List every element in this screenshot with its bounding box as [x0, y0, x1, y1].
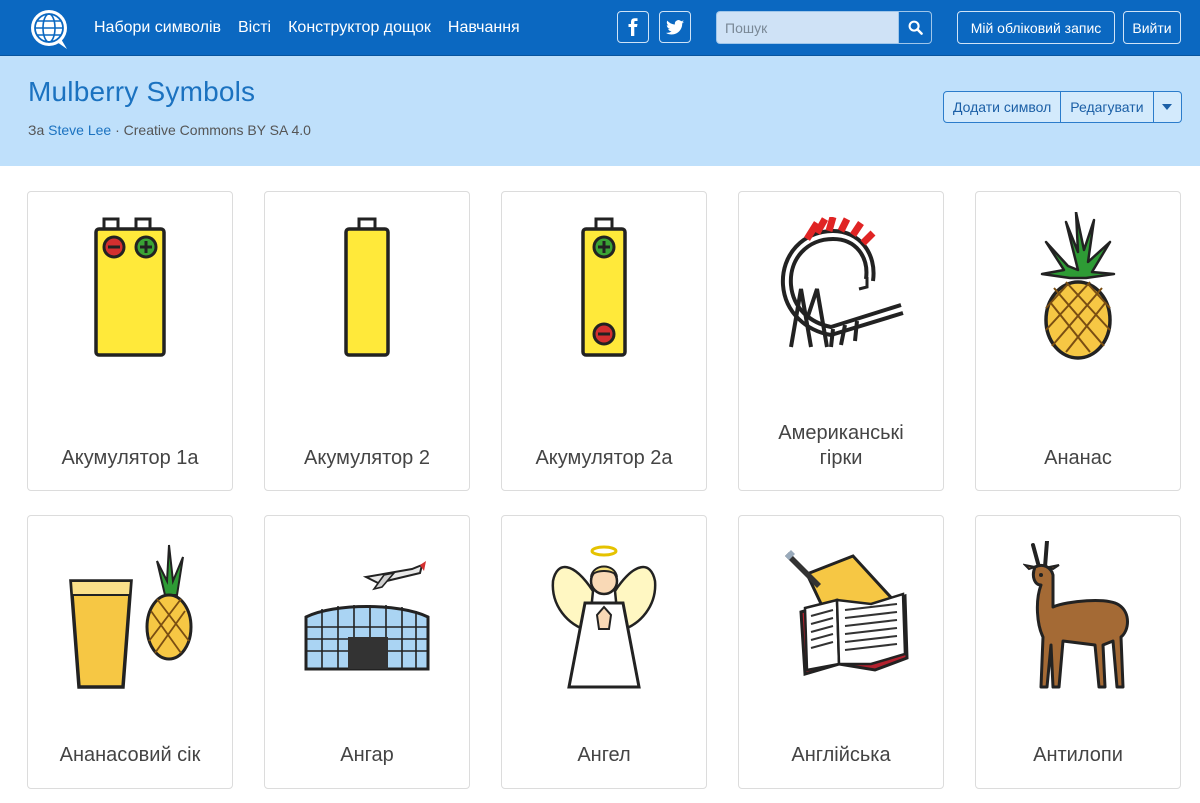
symbol-image: [28, 516, 232, 716]
add-symbol-button[interactable]: Додати символ: [943, 91, 1062, 123]
top-navbar: Набори символів Вісті Конструктор дощок …: [0, 0, 1200, 56]
symbol-image: [976, 516, 1180, 716]
symbol-label: Акумулятор 2: [304, 447, 430, 469]
facebook-icon: [628, 18, 638, 36]
pineapple-icon: [1040, 212, 1116, 360]
antelope-icon: [1023, 541, 1129, 689]
battery-aa-icon: [344, 217, 390, 357]
symbol-actions: Додати символ Редагувати: [943, 91, 1182, 123]
globe-logo-icon[interactable]: [27, 7, 71, 51]
symbol-card[interactable]: Ананасовий сік: [27, 515, 233, 789]
search-button[interactable]: [898, 11, 932, 44]
symbol-card[interactable]: Антилопи: [975, 515, 1181, 789]
symbol-card[interactable]: Акумулятор 2а: [501, 191, 707, 491]
symbol-image: [739, 516, 943, 716]
nav-link-news[interactable]: Вісті: [238, 19, 271, 37]
symbol-card[interactable]: Ананас: [975, 191, 1181, 491]
symbol-card[interactable]: Ангар: [264, 515, 470, 789]
hangar-icon: [304, 561, 430, 671]
byline: За Steve Lee · Creative Commons BY SA 4.…: [28, 122, 311, 138]
symbol-label: Акумулятор 2а: [535, 447, 673, 469]
search-input[interactable]: [716, 11, 898, 44]
license-text: · Creative Commons BY SA 4.0: [115, 122, 311, 138]
symbol-set-header: Mulberry Symbols За Steve Lee · Creative…: [0, 56, 1200, 166]
search-form: [716, 11, 932, 44]
symbol-label: Ананасовий сік: [59, 744, 201, 766]
symbol-card[interactable]: Англійська: [738, 515, 944, 789]
symbol-image: [265, 192, 469, 382]
logout-button[interactable]: Вийти: [1123, 11, 1181, 44]
battery-9v-icon: [94, 217, 166, 357]
symbol-image: [502, 192, 706, 382]
byline-prefix: За: [28, 122, 45, 138]
symbol-label: Акумулятор 1а: [61, 447, 199, 469]
symbol-card[interactable]: Американські гірки: [738, 191, 944, 491]
nav-link-symbol-sets[interactable]: Набори символів: [94, 19, 221, 37]
author-link[interactable]: Steve Lee: [48, 122, 111, 138]
symbol-card[interactable]: Акумулятор 1а: [27, 191, 233, 491]
angel-icon: [551, 545, 657, 689]
symbol-image: [502, 516, 706, 716]
edit-button[interactable]: Редагувати: [1061, 91, 1154, 123]
nav-link-board-builder[interactable]: Конструктор дощок: [288, 19, 431, 37]
symbol-label-line: Американські: [778, 422, 904, 444]
battery-aa-terminals-icon: [581, 217, 627, 357]
symbol-label-line: гірки: [819, 447, 863, 469]
pineapple-juice-icon: [69, 544, 193, 689]
main-nav: Набори символів Вісті Конструктор дощок …: [94, 0, 537, 56]
symbol-label: Американські гірки: [747, 421, 935, 471]
symbol-label: Антилопи: [1033, 744, 1123, 766]
symbol-image: [976, 192, 1180, 382]
actions-dropdown-toggle[interactable]: [1153, 91, 1182, 123]
symbol-label: Ангар: [340, 744, 394, 766]
symbol-card[interactable]: Акумулятор 2: [264, 191, 470, 491]
twitter-icon: [666, 19, 684, 34]
english-book-icon: [785, 550, 909, 676]
my-account-button[interactable]: Мій обліковий запис: [957, 11, 1115, 44]
twitter-button[interactable]: [659, 11, 691, 43]
roller-coaster-icon: [780, 217, 904, 348]
symbol-image: [265, 516, 469, 716]
symbol-image: [739, 192, 943, 382]
symbol-label: Ананас: [1044, 447, 1112, 469]
facebook-button[interactable]: [617, 11, 649, 43]
search-icon: [908, 20, 923, 35]
symbol-label: Англійська: [791, 744, 891, 766]
nav-link-learning[interactable]: Навчання: [448, 19, 520, 37]
symbol-label: Ангел: [577, 744, 631, 766]
page-title: Mulberry Symbols: [28, 76, 256, 107]
symbol-card[interactable]: Ангел: [501, 515, 707, 789]
caret-down-icon: [1162, 104, 1173, 110]
symbol-image: [28, 192, 232, 382]
